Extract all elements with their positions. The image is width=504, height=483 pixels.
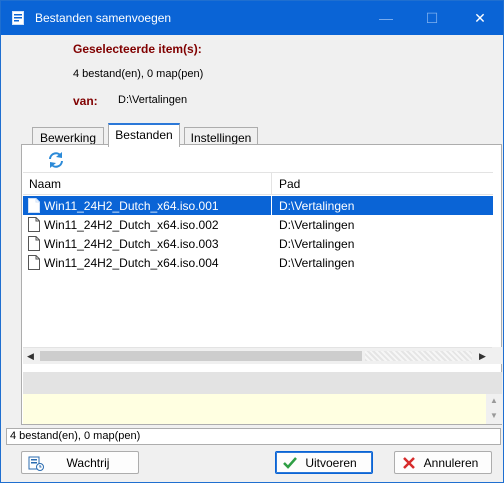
file-icon: [28, 236, 40, 251]
status-bar: 4 bestand(en), 0 map(pen): [6, 428, 501, 445]
note-area[interactable]: [23, 394, 486, 424]
scroll-down-icon[interactable]: ▼: [486, 411, 502, 420]
scrollbar-track[interactable]: [365, 351, 472, 361]
file-path: D:\Vertalingen: [279, 237, 355, 251]
maximize-button[interactable]: ☐: [409, 1, 455, 35]
cell-divider: [271, 196, 272, 215]
note-scrollbar[interactable]: ▲ ▼: [486, 394, 502, 424]
table-row[interactable]: Win11_24H2_Dutch_x64.iso.001 D:\Vertalin…: [23, 196, 493, 215]
from-path: D:\Vertalingen: [118, 94, 188, 106]
title-bar[interactable]: Bestanden samenvoegen — ☐ ✕: [1, 1, 503, 35]
scrollbar-thumb[interactable]: [40, 351, 362, 361]
file-path: D:\Vertalingen: [279, 218, 355, 232]
table-row[interactable]: Win11_24H2_Dutch_x64.iso.002 D:\Vertalin…: [23, 215, 493, 234]
minimize-button[interactable]: —: [363, 1, 409, 35]
queue-button[interactable]: Wachtrij: [21, 451, 139, 474]
column-header-naam[interactable]: Naam: [29, 177, 61, 191]
refresh-icon[interactable]: [47, 151, 65, 169]
file-path: D:\Vertalingen: [279, 199, 355, 213]
file-icon: [28, 217, 40, 232]
selected-items-label: Geselecteerde item(s):: [73, 42, 202, 56]
run-button[interactable]: Uitvoeren: [275, 451, 373, 474]
file-name: Win11_24H2_Dutch_x64.iso.004: [44, 256, 219, 270]
merge-files-dialog: Bestanden samenvoegen — ☐ ✕ Geselecteerd…: [0, 0, 504, 483]
scroll-left-icon[interactable]: ◀: [27, 351, 34, 362]
file-list[interactable]: Naam Pad Win11_24H2_Dutch_x64.iso.001 D:…: [23, 172, 493, 372]
close-button[interactable]: ✕: [457, 1, 503, 35]
from-label: van:: [73, 94, 98, 108]
file-name: Win11_24H2_Dutch_x64.iso.001: [44, 199, 219, 213]
file-icon: [28, 198, 40, 213]
column-header-pad[interactable]: Pad: [279, 177, 300, 191]
horizontal-scrollbar[interactable]: ◀ ▶: [23, 347, 492, 364]
table-row[interactable]: Win11_24H2_Dutch_x64.iso.004 D:\Vertalin…: [23, 253, 493, 272]
selected-items-count: 4 bestand(en), 0 map(pen): [73, 68, 204, 80]
scroll-up-icon[interactable]: ▲: [486, 396, 502, 405]
window-title: Bestanden samenvoegen: [35, 11, 172, 25]
divider-strip: [23, 372, 502, 394]
cancel-button[interactable]: Annuleren: [394, 451, 492, 474]
app-icon: [12, 11, 24, 25]
scroll-corner: [492, 347, 502, 364]
list-header: Naam Pad: [23, 173, 493, 195]
column-divider[interactable]: [271, 173, 272, 195]
table-row[interactable]: Win11_24H2_Dutch_x64.iso.003 D:\Vertalin…: [23, 234, 493, 253]
run-button-label: Uitvoeren: [305, 456, 357, 470]
file-name: Win11_24H2_Dutch_x64.iso.003: [44, 237, 219, 251]
cancel-button-label: Annuleren: [423, 456, 479, 470]
queue-button-label: Wachtrij: [66, 456, 110, 470]
file-icon: [28, 255, 40, 270]
tab-bestanden[interactable]: Bestanden: [108, 123, 180, 147]
files-panel: Naam Pad Win11_24H2_Dutch_x64.iso.001 D:…: [21, 144, 502, 425]
scroll-right-icon[interactable]: ▶: [479, 351, 486, 362]
file-name: Win11_24H2_Dutch_x64.iso.002: [44, 218, 219, 232]
file-path: D:\Vertalingen: [279, 256, 355, 270]
